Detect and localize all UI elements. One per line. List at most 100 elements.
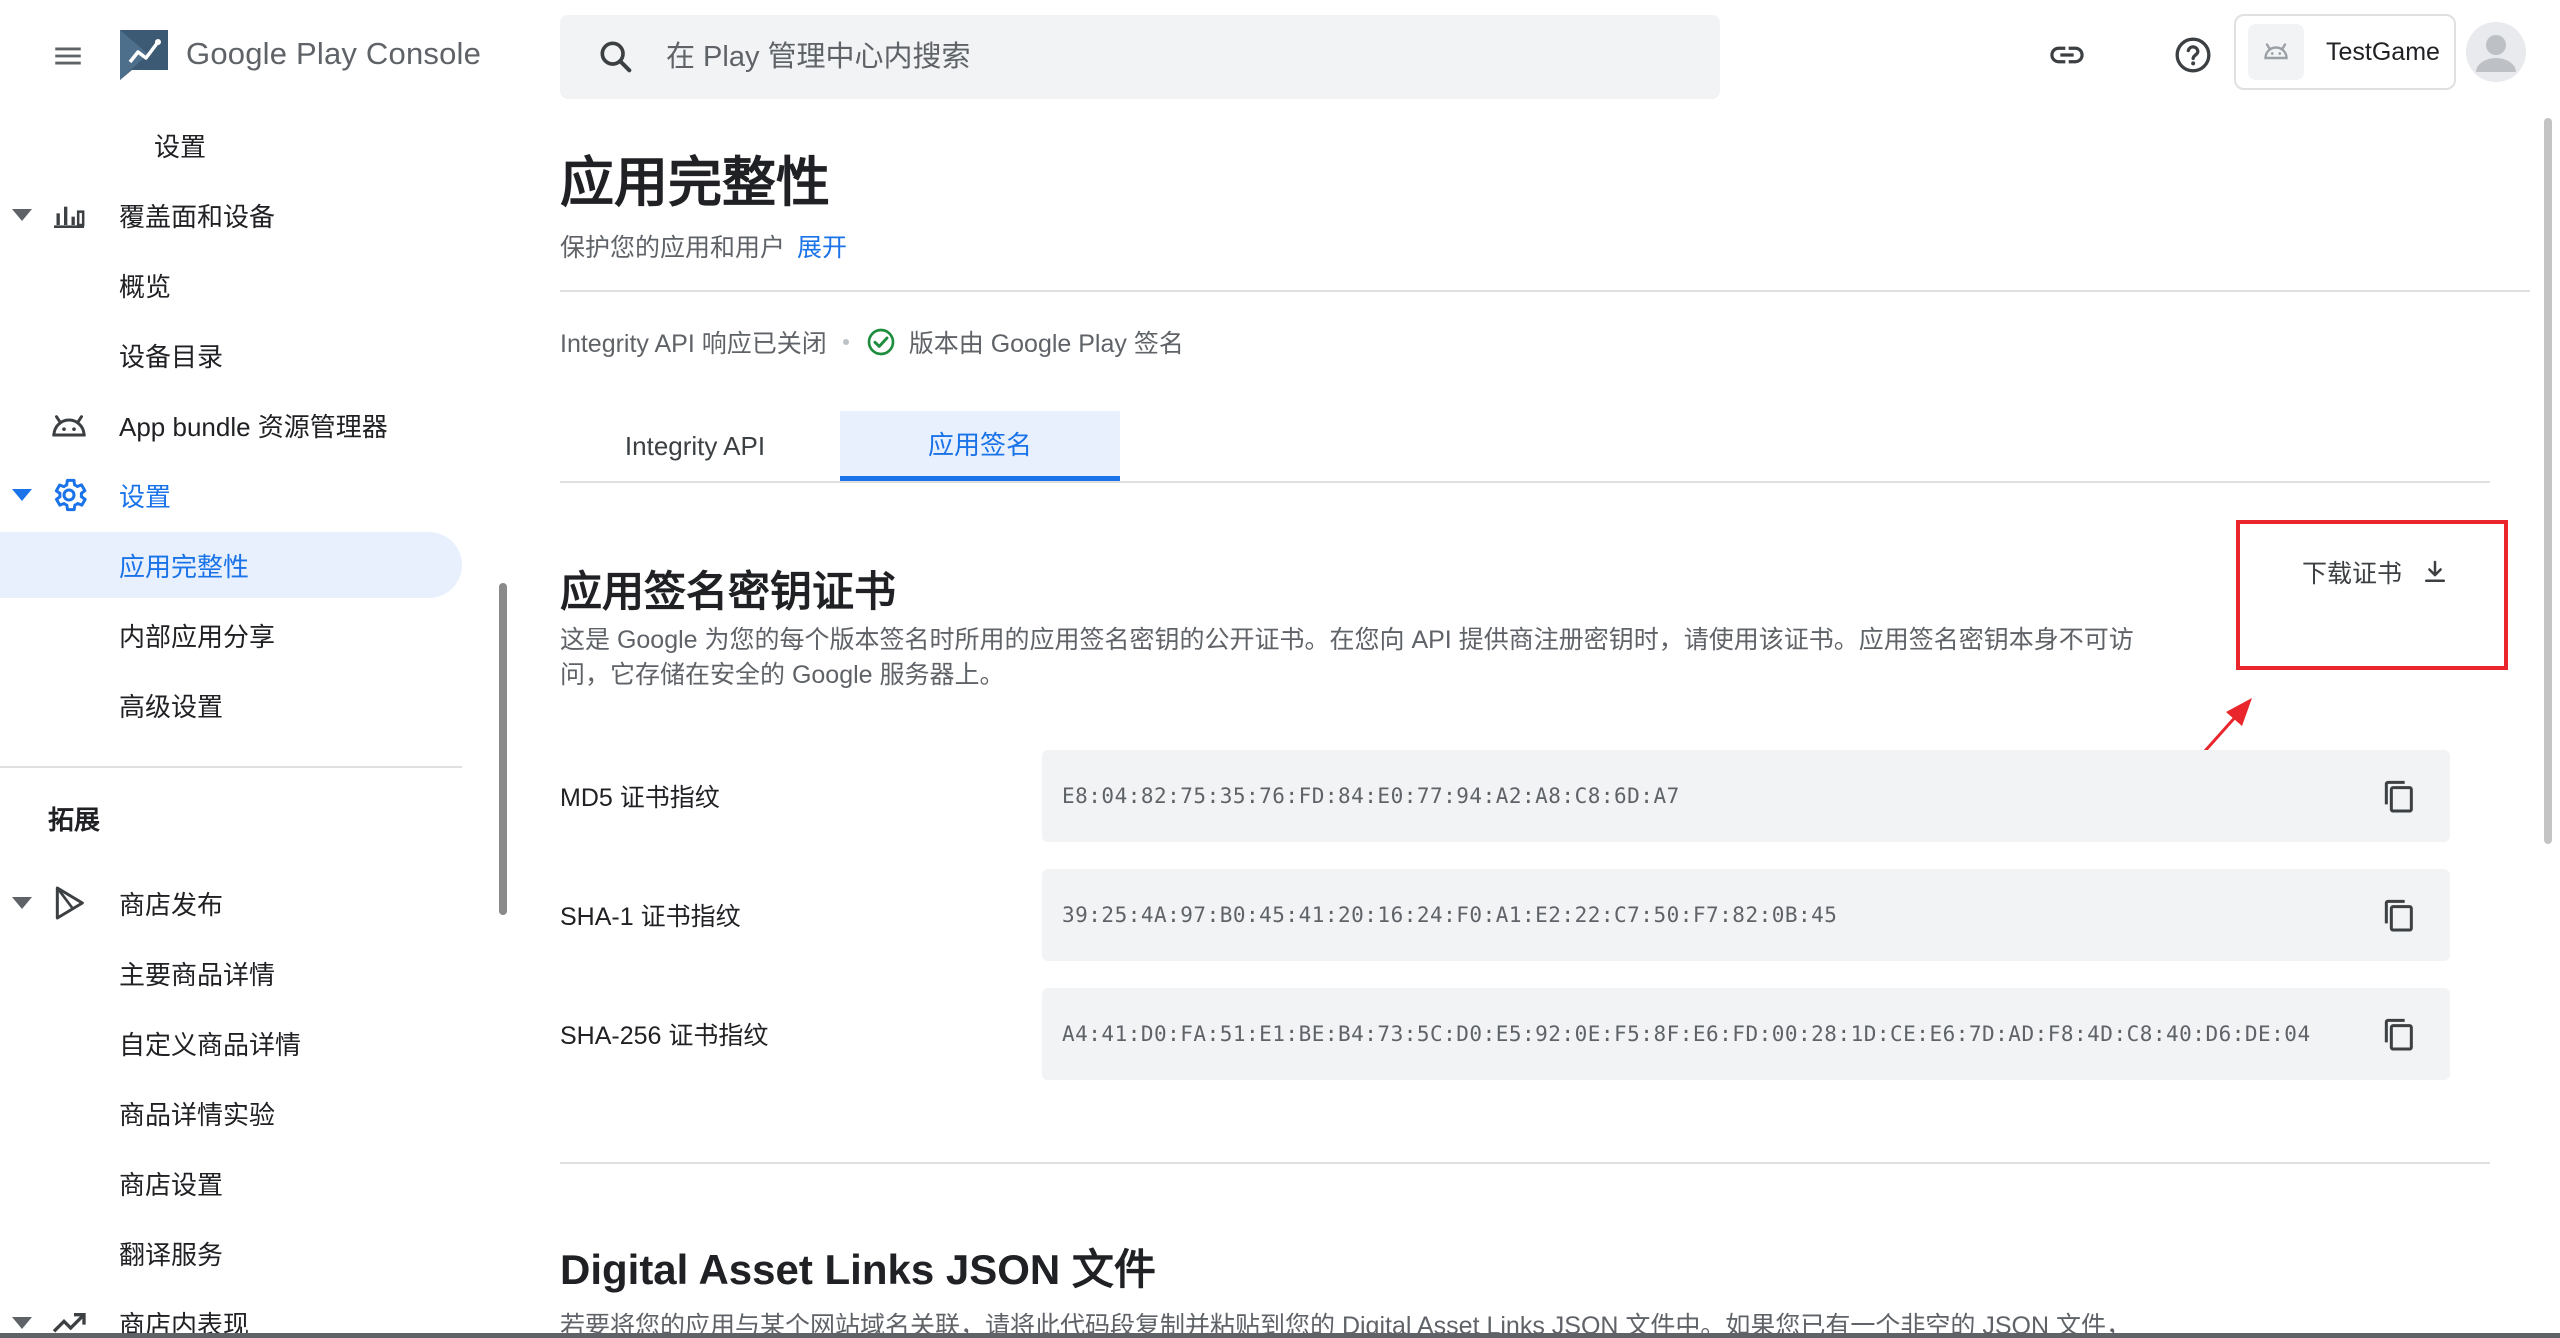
page-title: 应用完整性 xyxy=(560,153,830,213)
account-icon xyxy=(2466,22,2526,82)
side-navigation: 设置 覆盖面和设备 概览 设备目录 App bundle 资源管理器 设置 应用… xyxy=(0,108,507,1338)
copy-icon xyxy=(2384,780,2413,813)
copy-icon xyxy=(2384,1018,2413,1051)
sidebar-item-label: 设备目录 xyxy=(119,341,224,372)
section-divider xyxy=(560,1162,2490,1164)
fingerprint-label: MD5 证书指纹 xyxy=(560,784,720,812)
sidebar-section-title: 拓展 xyxy=(48,805,101,835)
window-bottom-edge xyxy=(0,1333,2560,1338)
play-console-logo[interactable]: Google Play Console xyxy=(118,26,481,82)
caret-down-icon xyxy=(12,897,32,909)
sidebar-item-custom-store-listings[interactable]: 自定义商品详情 xyxy=(0,1010,462,1076)
sidebar-item-label: 商店发布 xyxy=(119,889,224,920)
dal-section-title: Digital Asset Links JSON 文件 xyxy=(560,1246,1156,1293)
caret-down-icon xyxy=(12,209,32,221)
sidebar-item-store-performance[interactable]: 商店内表现 xyxy=(0,1290,462,1338)
help-icon xyxy=(2175,37,2211,73)
caret-down-icon xyxy=(12,489,32,501)
check-circle-icon xyxy=(867,328,895,356)
sidebar-item-label: App bundle 资源管理器 xyxy=(119,411,388,442)
sidebar-item-app-bundle-explorer[interactable]: App bundle 资源管理器 xyxy=(0,392,462,458)
fingerprint-row-md5: MD5 证书指纹 E8:04:82:75:35:76:FD:84:E0:77:9… xyxy=(560,750,2450,842)
logo-text-google: Google Play xyxy=(186,36,358,71)
annotation-highlight-box xyxy=(2236,520,2508,670)
sidebar-item-store-listing-experiments[interactable]: 商品详情实验 xyxy=(0,1080,462,1146)
sidebar-item-label: 商店设置 xyxy=(119,1169,224,1200)
caret-down-icon xyxy=(12,1317,32,1329)
sidebar-scrollbar[interactable] xyxy=(499,583,507,915)
play-store-icon xyxy=(48,882,90,924)
sidebar-item-label: 设置 xyxy=(154,131,207,162)
app-name: TestGame xyxy=(2326,37,2440,66)
tab-label: 应用签名 xyxy=(927,430,1032,460)
expand-link[interactable]: 展开 xyxy=(797,234,847,262)
fingerprint-value-box: E8:04:82:75:35:76:FD:84:E0:77:94:A2:A8:C… xyxy=(1042,750,2450,842)
app-icon xyxy=(2248,24,2304,80)
sidebar-item-overview[interactable]: 概览 xyxy=(0,252,462,318)
tab-integrity-api[interactable]: Integrity API xyxy=(560,411,830,481)
sidebar-item-internal-app-sharing[interactable]: 内部应用分享 xyxy=(0,602,462,668)
fingerprint-value[interactable]: 39:25:4A:97:B0:45:41:20:16:24:F0:A1:E2:2… xyxy=(1062,903,1837,927)
hamburger-menu-icon xyxy=(55,47,81,65)
sidebar-item-label: 覆盖面和设备 xyxy=(119,201,276,232)
sidebar-item-setup[interactable]: 设置 xyxy=(0,462,462,528)
sidebar-item-settings-parent[interactable]: 设置 xyxy=(0,112,462,178)
tab-label: Integrity API xyxy=(624,430,766,461)
fingerprint-row-sha256: SHA-256 证书指纹 A4:41:D0:FA:51:E1:BE:B4:73:… xyxy=(560,988,2450,1080)
help-button[interactable] xyxy=(2168,30,2218,80)
fingerprint-value-box: A4:41:D0:FA:51:E1:BE:B4:73:5C:D0:E5:92:0… xyxy=(1042,988,2450,1080)
tab-bar: Integrity API 应用签名 xyxy=(560,411,2490,483)
cert-description: 这是 Google 为您的每个版本签名时所用的应用签名密钥的公开证书。在您向 A… xyxy=(560,626,2134,689)
link-icon xyxy=(2050,46,2084,64)
sidebar-item-label: 应用完整性 xyxy=(119,551,250,582)
copy-icon xyxy=(2384,899,2413,932)
fingerprint-value-box: 39:25:4A:97:B0:45:41:20:16:24:F0:A1:E2:2… xyxy=(1042,869,2450,961)
main-content: 应用完整性 保护您的应用和用户 展开 Integrity API 响应已关闭 版本… xyxy=(560,108,2530,1338)
status-row: Integrity API 响应已关闭 版本由 Google Play 签名 xyxy=(560,324,1184,360)
fingerprint-value[interactable]: A4:41:D0:FA:51:E1:BE:B4:73:5C:D0:E5:92:0… xyxy=(1062,1022,2311,1046)
cert-section-title: 应用签名密钥证书 xyxy=(560,568,897,615)
sidebar-item-main-store-listing[interactable]: 主要商品详情 xyxy=(0,940,462,1006)
signing-status: 版本由 Google Play 签名 xyxy=(908,330,1184,358)
separator-dot xyxy=(842,339,849,345)
integrity-api-status: Integrity API 响应已关闭 xyxy=(560,330,827,358)
copy-button[interactable] xyxy=(2376,893,2420,937)
sidebar-item-translation-services[interactable]: 翻译服务 xyxy=(0,1220,462,1286)
page-scrollbar[interactable] xyxy=(2544,118,2552,844)
sidebar-item-store-settings[interactable]: 商店设置 xyxy=(0,1150,462,1216)
account-avatar[interactable] xyxy=(2466,22,2526,82)
sidebar-item-app-integrity[interactable]: 应用完整性 xyxy=(0,532,462,598)
android-icon xyxy=(2264,43,2288,60)
sidebar-item-label: 商品详情实验 xyxy=(119,1099,276,1130)
android-bundle-icon xyxy=(48,404,90,446)
fingerprint-row-sha1: SHA-1 证书指纹 39:25:4A:97:B0:45:41:20:16:24… xyxy=(560,869,2450,961)
copy-button[interactable] xyxy=(2376,774,2420,818)
sidebar-item-label: 设置 xyxy=(119,481,172,512)
logo-text: Google Play Console xyxy=(186,36,481,72)
gear-icon xyxy=(48,474,90,516)
app-switcher[interactable]: TestGame xyxy=(2234,14,2456,90)
search-input[interactable] xyxy=(666,40,1666,74)
copy-button[interactable] xyxy=(2376,1012,2420,1056)
logo-text-console: Console xyxy=(365,36,482,71)
search-bar[interactable] xyxy=(560,15,1720,99)
sidebar-item-device-catalog[interactable]: 设备目录 xyxy=(0,322,462,388)
sidebar-item-label: 主要商品详情 xyxy=(119,959,276,990)
sidebar-divider xyxy=(0,766,462,768)
page-subtitle-text: 保护您的应用和用户 xyxy=(560,234,786,262)
fingerprint-value[interactable]: E8:04:82:75:35:76:FD:84:E0:77:94:A2:A8:C… xyxy=(1062,784,1680,808)
fingerprint-label: SHA-1 证书指纹 xyxy=(560,903,741,931)
link-button[interactable] xyxy=(2042,30,2092,80)
sidebar-item-store-presence[interactable]: 商店发布 xyxy=(0,870,462,936)
menu-button[interactable] xyxy=(40,28,96,84)
search-icon xyxy=(600,41,632,73)
header-divider xyxy=(560,290,2530,292)
tab-app-signing[interactable]: 应用签名 xyxy=(840,411,1120,481)
sidebar-item-advanced-settings[interactable]: 高级设置 xyxy=(0,672,462,738)
sidebar-item-label: 翻译服务 xyxy=(119,1239,224,1270)
sidebar-item-label: 内部应用分享 xyxy=(119,621,276,652)
page-subtitle: 保护您的应用和用户 展开 xyxy=(560,228,847,264)
sidebar-item-label: 自定义商品详情 xyxy=(119,1029,302,1060)
sidebar-item-label: 概览 xyxy=(119,271,172,302)
sidebar-item-reach-devices[interactable]: 覆盖面和设备 xyxy=(0,182,462,248)
